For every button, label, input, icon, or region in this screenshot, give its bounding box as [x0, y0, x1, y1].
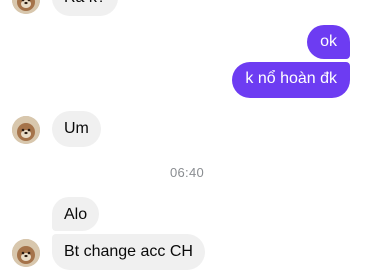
incoming-message-bubble[interactable]: Alo — [52, 197, 100, 231]
contact-avatar[interactable] — [12, 116, 40, 144]
incoming-message-bubble[interactable]: Bt change acc CH — [52, 234, 205, 270]
dog-avatar-icon — [12, 239, 40, 267]
dog-avatar-icon — [12, 0, 40, 14]
contact-avatar[interactable] — [12, 239, 40, 267]
incoming-message-bubble[interactable]: Ra k? — [52, 0, 118, 16]
dog-avatar-icon — [12, 116, 40, 144]
message-thread: Ra k? ok k nổ hoàn đk Um 06:40 Alo Bt ch… — [0, 0, 374, 270]
incoming-message-bubble[interactable]: Um — [52, 111, 101, 147]
outgoing-message-bubble[interactable]: k nổ hoàn đk — [232, 62, 350, 98]
contact-avatar[interactable] — [12, 0, 40, 14]
outgoing-message-bubble[interactable]: ok — [307, 25, 350, 59]
message-timestamp: 06:40 — [169, 165, 205, 180]
